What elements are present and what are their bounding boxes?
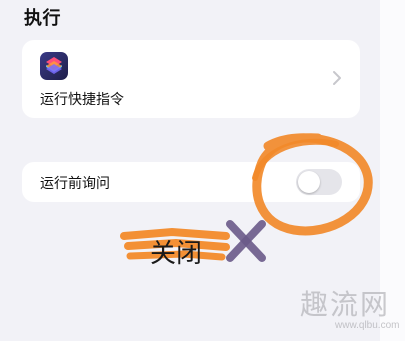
toggle-knob [298, 171, 320, 193]
annotation-text: 关闭 [150, 239, 202, 269]
ask-before-running-row: 运行前询问 [22, 162, 360, 202]
cross-mark-icon [226, 220, 266, 262]
run-shortcut-label: 运行快捷指令 [40, 92, 124, 108]
watermark-logo: 趣流网 [300, 288, 391, 321]
highlight-stroke [120, 227, 230, 261]
chevron-right-icon [333, 71, 341, 85]
ask-before-running-label: 运行前询问 [40, 176, 110, 192]
shortcuts-app-icon [40, 52, 68, 80]
ask-before-running-toggle[interactable] [296, 169, 342, 195]
run-shortcut-card[interactable]: 运行快捷指令 [22, 40, 360, 118]
watermark-url: www.qlbu.com [335, 320, 400, 331]
section-title: 执行 [24, 8, 61, 29]
